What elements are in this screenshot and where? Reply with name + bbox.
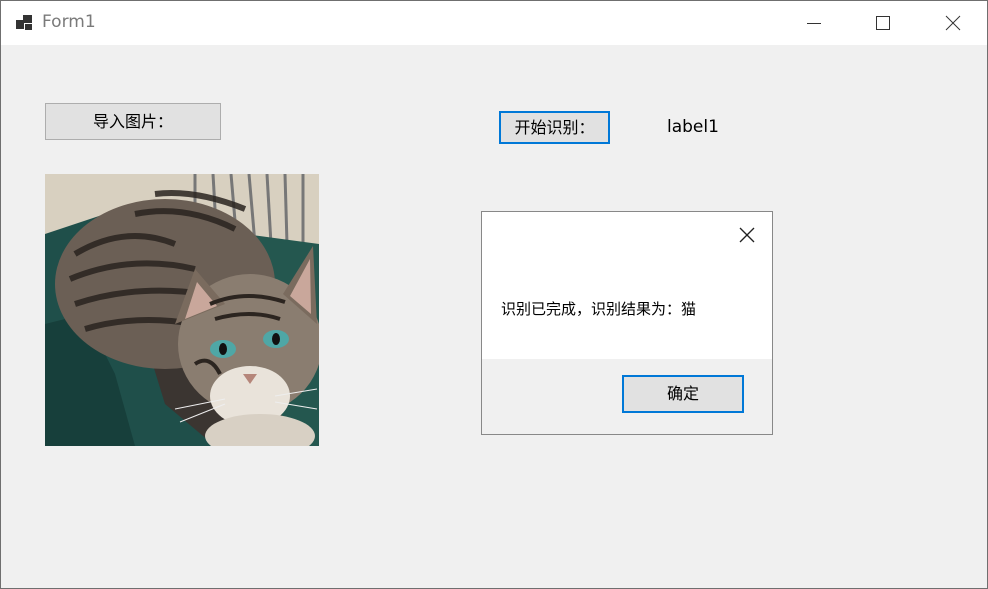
- result-label: label1: [667, 117, 719, 137]
- close-icon: [945, 15, 961, 31]
- cat-picture: [45, 174, 319, 446]
- dialog-content: 识别已完成，识别结果为：猫: [482, 212, 772, 359]
- import-image-button[interactable]: 导入图片：: [45, 103, 221, 140]
- message-dialog: 识别已完成，识别结果为：猫 确定: [481, 211, 773, 435]
- app-icon: [16, 14, 34, 32]
- maximize-icon: [876, 16, 890, 30]
- maximize-button[interactable]: [851, 1, 915, 45]
- dialog-message: 识别已完成，识别结果为：猫: [501, 300, 697, 318]
- dialog-close-button[interactable]: [732, 220, 762, 250]
- minimize-button[interactable]: [782, 1, 846, 45]
- minimize-icon: [807, 23, 821, 24]
- title-bar[interactable]: Form1: [1, 1, 987, 45]
- close-button[interactable]: [921, 1, 985, 45]
- close-icon: [739, 227, 755, 243]
- ok-button[interactable]: 确定: [622, 375, 744, 413]
- main-window: Form1 导入图片： 开始识别： label1 识别已完成，识别结果为：猫 确…: [0, 0, 988, 589]
- window-title: Form1: [42, 12, 96, 32]
- start-recognition-button[interactable]: 开始识别：: [499, 111, 610, 144]
